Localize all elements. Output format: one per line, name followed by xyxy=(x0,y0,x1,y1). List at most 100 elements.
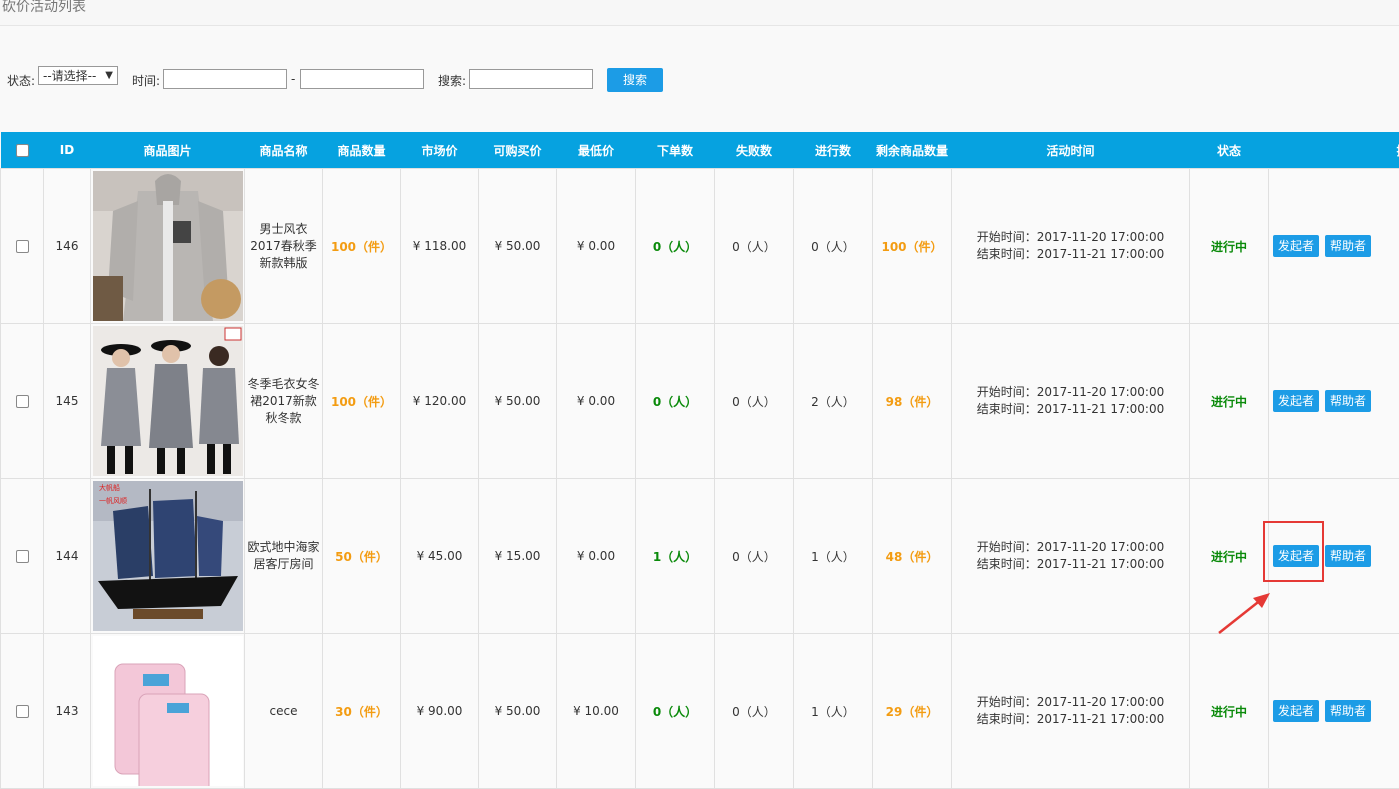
table-row: 146 男士风衣20 xyxy=(1,169,1399,324)
page-header: 砍价活动列表 xyxy=(0,0,1399,26)
start-time-input[interactable] xyxy=(163,69,287,89)
ongoing-count: 2（人） xyxy=(794,324,873,479)
row-checkbox-cell xyxy=(1,169,44,324)
buy-price: ¥ 15.00 xyxy=(479,479,557,634)
status-label: 状态: xyxy=(7,72,35,89)
end-time: 结束时间：2017-11-21 17:00:00 xyxy=(952,401,1189,418)
id-cell: 143 xyxy=(44,634,91,789)
start-time: 开始时间：2017-11-20 17:00:00 xyxy=(952,384,1189,401)
id-cell: 145 xyxy=(44,324,91,479)
image-cell xyxy=(91,634,245,789)
product-image-coat xyxy=(93,171,243,321)
row-checkbox[interactable] xyxy=(16,705,29,718)
quantity: 50（件） xyxy=(323,479,401,634)
remaining-quantity: 29（件） xyxy=(873,634,952,789)
helper-button[interactable]: 帮助者 xyxy=(1325,545,1371,567)
status-text: 进行中 xyxy=(1190,479,1269,634)
select-all-checkbox[interactable] xyxy=(16,144,29,157)
search-input[interactable] xyxy=(469,69,593,89)
page-title: 砍价活动列表 xyxy=(2,0,86,16)
svg-text:一帆风顺: 一帆风顺 xyxy=(99,496,127,505)
image-cell xyxy=(91,324,245,479)
product-image-scale xyxy=(93,636,243,786)
row-checkbox[interactable] xyxy=(16,395,29,408)
table-row: 144 大帆船 一帆风顺 xyxy=(1,479,1399,634)
col-header: 商品名称 xyxy=(245,132,323,169)
product-name: 男士风衣2017春秋季新款韩版 xyxy=(245,169,323,324)
table-row: 145 xyxy=(1,324,1399,479)
market-price: ¥ 120.00 xyxy=(401,324,479,479)
id-cell: 146 xyxy=(44,169,91,324)
activity-time: 开始时间：2017-11-20 17:00:00 结束时间：2017-11-21… xyxy=(952,324,1190,479)
buy-price: ¥ 50.00 xyxy=(479,324,557,479)
svg-text:大帆船: 大帆船 xyxy=(99,483,120,492)
col-header: 市场价 xyxy=(401,132,479,169)
quantity: 100（件） xyxy=(323,169,401,324)
col-header: 失败数 xyxy=(715,132,794,169)
dropdown-arrow-icon: ▼ xyxy=(105,67,113,85)
highlight-box-annotation xyxy=(1263,521,1324,582)
end-time: 结束时间：2017-11-21 17:00:00 xyxy=(952,246,1189,263)
activity-time: 开始时间：2017-11-20 17:00:00 结束时间：2017-11-21… xyxy=(952,169,1190,324)
search-button[interactable]: 搜索 xyxy=(607,68,663,92)
order-count: 1（人） xyxy=(636,479,715,634)
end-time-input[interactable] xyxy=(300,69,424,89)
product-image-ship: 大帆船 一帆风顺 xyxy=(93,481,243,631)
actions-cell: 发起者帮助者 xyxy=(1269,634,1399,789)
initiator-button[interactable]: 发起者 xyxy=(1273,390,1319,412)
col-header: 进行数 xyxy=(794,132,873,169)
status-text: 进行中 xyxy=(1190,634,1269,789)
quantity: 100（件） xyxy=(323,324,401,479)
start-time: 开始时间：2017-11-20 17:00:00 xyxy=(952,539,1189,556)
helper-button[interactable]: 帮助者 xyxy=(1325,390,1371,412)
product-name: 欧式地中海家居客厅房间 xyxy=(245,479,323,634)
col-header: 下单数 xyxy=(636,132,715,169)
col-header: 活动时间 xyxy=(952,132,1190,169)
market-price: ¥ 45.00 xyxy=(401,479,479,634)
market-price: ¥ 118.00 xyxy=(401,169,479,324)
end-time: 结束时间：2017-11-21 17:00:00 xyxy=(952,711,1189,728)
image-cell: 大帆船 一帆风顺 xyxy=(91,479,245,634)
search-label: 搜索: xyxy=(438,72,466,89)
remaining-quantity: 48（件） xyxy=(873,479,952,634)
order-count: 0（人） xyxy=(636,169,715,324)
order-count: 0（人） xyxy=(636,324,715,479)
row-checkbox[interactable] xyxy=(16,550,29,563)
col-header: 商品数量 xyxy=(323,132,401,169)
helper-button[interactable]: 帮助者 xyxy=(1325,235,1371,257)
product-name: cece xyxy=(245,634,323,789)
end-time: 结束时间：2017-11-21 17:00:00 xyxy=(952,556,1189,573)
ongoing-count: 1（人） xyxy=(794,634,873,789)
status-select[interactable]: --请选择-- ▼ xyxy=(38,66,118,85)
row-checkbox[interactable] xyxy=(16,240,29,253)
row-checkbox-cell xyxy=(1,479,44,634)
helper-button[interactable]: 帮助者 xyxy=(1325,700,1371,722)
activity-time: 开始时间：2017-11-20 17:00:00 结束时间：2017-11-21… xyxy=(952,479,1190,634)
image-cell xyxy=(91,169,245,324)
col-header: 商品图片 xyxy=(91,132,245,169)
order-count: 0（人） xyxy=(636,634,715,789)
initiator-button[interactable]: 发起者 xyxy=(1273,700,1319,722)
product-image-dress xyxy=(93,326,243,476)
min-price: ¥ 0.00 xyxy=(557,169,636,324)
start-time: 开始时间：2017-11-20 17:00:00 xyxy=(952,694,1189,711)
col-header: 剩余商品数量 xyxy=(873,132,952,169)
fail-count: 0（人） xyxy=(715,634,794,789)
min-price: ¥ 0.00 xyxy=(557,479,636,634)
quantity: 30（件） xyxy=(323,634,401,789)
initiator-button[interactable]: 发起者 xyxy=(1273,235,1319,257)
start-time: 开始时间：2017-11-20 17:00:00 xyxy=(952,229,1189,246)
activity-table: ID 商品图片 商品名称 商品数量 市场价 可购买价 最低价 下单数 失败数 进… xyxy=(0,132,1399,789)
status-text: 进行中 xyxy=(1190,169,1269,324)
actions-cell: 发起者帮助者 xyxy=(1269,324,1399,479)
product-name: 冬季毛衣女冬裙2017新款秋冬款 xyxy=(245,324,323,479)
col-header: 操作 xyxy=(1269,132,1399,169)
select-all-header xyxy=(1,132,44,169)
min-price: ¥ 0.00 xyxy=(557,324,636,479)
fail-count: 0（人） xyxy=(715,169,794,324)
buy-price: ¥ 50.00 xyxy=(479,169,557,324)
table-row: 143 cece 30（件） ¥ 90.00 ¥ 50.00 ¥ 10.00 0… xyxy=(1,634,1399,789)
row-checkbox-cell xyxy=(1,634,44,789)
remaining-quantity: 98（件） xyxy=(873,324,952,479)
col-header: 状态 xyxy=(1190,132,1269,169)
